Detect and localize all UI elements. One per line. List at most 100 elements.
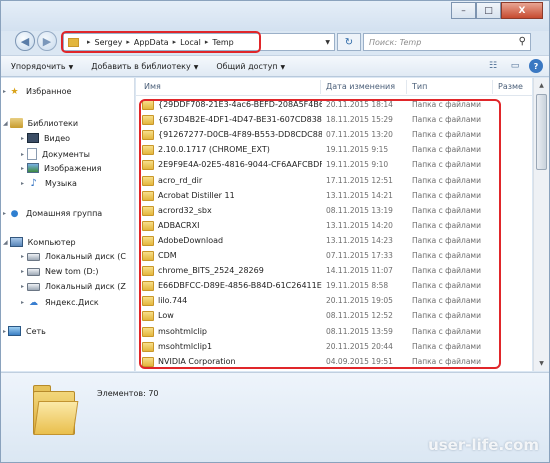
sidebar-item-video[interactable]: ▸ Видео <box>21 133 70 143</box>
share-button[interactable]: Общий доступ ▼ <box>216 62 285 71</box>
sidebar-item-drive-c[interactable]: ▸ Локальный диск (C <box>21 252 126 261</box>
large-folder-icon <box>33 385 79 435</box>
watermark-text: user-life.com <box>428 436 539 454</box>
back-button[interactable]: ◀ <box>15 31 35 51</box>
refresh-icon: ↻ <box>344 36 354 48</box>
sidebar-item-label: Музыка <box>45 179 77 188</box>
forward-arrow-icon: ▶ <box>42 34 52 48</box>
column-header-date[interactable]: Дата изменения <box>326 82 395 91</box>
column-header-row: Имя Дата изменения Тип Разме <box>136 78 532 96</box>
toolbar-right: ☷ ▭ ? <box>479 59 543 73</box>
search-input[interactable]: Поиск: Temp ⚲ <box>363 33 531 51</box>
sidebar-item-label: New tom (D:) <box>45 267 99 276</box>
computer-icon <box>9 237 23 247</box>
scroll-down-icon[interactable]: ▼ <box>534 356 549 371</box>
expander-icon[interactable]: ▸ <box>21 165 24 172</box>
expander-icon[interactable]: ▸ <box>21 283 24 290</box>
video-icon <box>27 133 40 143</box>
sidebar-item-label: Видео <box>44 133 71 143</box>
homegroup-icon: ● <box>10 208 19 219</box>
expander-icon[interactable]: ▸ <box>3 88 6 95</box>
expander-icon[interactable]: ▸ <box>21 299 24 306</box>
refresh-button[interactable]: ↻ <box>337 33 361 51</box>
sidebar-item-images[interactable]: ▸ Изображения <box>21 163 101 173</box>
music-icon: ♪ <box>30 178 37 189</box>
add-library-button[interactable]: Добавить в библиотеку ▼ <box>91 62 198 71</box>
sidebar-item-label: Локальный диск (Z <box>45 282 126 291</box>
explorer-window: – □ X ◀ ▶ ▸ Sergey ▸ AppData ▸ Local ▸ T… <box>0 0 550 463</box>
search-icon[interactable]: ⚲ <box>519 36 526 47</box>
add-library-label: Добавить в библиотеку <box>91 61 191 71</box>
forward-button[interactable]: ▶ <box>37 31 57 51</box>
column-divider[interactable] <box>492 80 493 94</box>
sidebar-item-label: Компьютер <box>27 237 76 247</box>
scroll-up-icon[interactable]: ▲ <box>534 78 549 93</box>
drive-icon <box>27 267 41 276</box>
sidebar-item-label: Локальный диск (C <box>45 252 126 261</box>
help-icon[interactable]: ? <box>529 59 543 73</box>
organize-button[interactable]: Упорядочить ▼ <box>11 62 73 71</box>
dropdown-arrow-icon: ▼ <box>193 63 199 71</box>
maximize-button[interactable]: □ <box>476 2 501 19</box>
sidebar-item-libraries[interactable]: ◢ Библиотеки <box>3 118 78 128</box>
item-count: Элементов: 70 <box>97 389 159 398</box>
window-controls: – □ X <box>451 2 543 19</box>
details-pane: Элементов: 70 user-life.com <box>1 372 549 462</box>
drive-icon <box>27 282 41 291</box>
sidebar-item-documents[interactable]: ▸ Документы <box>21 148 90 160</box>
search-placeholder: Поиск: Temp <box>369 37 422 47</box>
file-list-highlight-box <box>139 99 501 369</box>
share-label: Общий доступ <box>216 61 278 71</box>
sidebar-item-yandex[interactable]: ▸ ☁ Яндекс.Диск <box>21 297 99 308</box>
expander-icon[interactable]: ▸ <box>21 135 24 142</box>
expander-icon[interactable]: ▸ <box>21 180 24 187</box>
close-button[interactable]: X <box>501 2 543 19</box>
drive-icon <box>27 252 41 261</box>
column-divider[interactable] <box>406 80 407 94</box>
dropdown-arrow-icon: ▼ <box>68 63 74 71</box>
sidebar-item-label: Избранное <box>26 87 72 96</box>
sidebar-item-network[interactable]: ▸ Сеть <box>3 326 46 336</box>
expander-icon[interactable]: ▸ <box>3 210 6 217</box>
document-icon <box>27 148 38 160</box>
scrollbar-thumb[interactable] <box>536 94 547 170</box>
sidebar-item-music[interactable]: ▸ ♪ Музыка <box>21 178 77 189</box>
column-header-name[interactable]: Имя <box>144 82 161 91</box>
sidebar-item-label: Домашняя группа <box>26 209 103 218</box>
organize-label: Упорядочить <box>11 61 66 71</box>
expander-icon[interactable]: ◢ <box>3 239 8 246</box>
expander-icon[interactable]: ▸ <box>21 151 24 158</box>
sidebar-item-drive-z[interactable]: ▸ Локальный диск (Z <box>21 282 126 291</box>
sidebar-item-label: Изображения <box>44 163 102 173</box>
star-icon: ★ <box>10 86 19 97</box>
view-options-icon[interactable]: ☷ <box>485 59 501 73</box>
column-divider[interactable] <box>320 80 321 94</box>
sidebar-item-homegroup[interactable]: ▸ ● Домашняя группа <box>3 208 102 219</box>
network-icon <box>8 326 22 336</box>
navigation-row: ◀ ▶ ▸ Sergey ▸ AppData ▸ Local ▸ Temp ▼ … <box>1 31 549 55</box>
sidebar-item-label: Документы <box>42 149 90 159</box>
sidebar-item-favorites[interactable]: ▸ ★ Избранное <box>3 86 71 97</box>
expander-icon[interactable]: ◢ <box>3 120 8 127</box>
expander-icon[interactable]: ▸ <box>3 328 6 335</box>
sidebar-item-drive-d[interactable]: ▸ New tom (D:) <box>21 267 98 276</box>
address-highlight-box <box>61 31 261 53</box>
sidebar-item-label: Сеть <box>26 326 46 336</box>
vertical-scrollbar[interactable]: ▲ ▼ <box>533 78 549 371</box>
column-header-size[interactable]: Разме <box>498 82 523 91</box>
expander-icon[interactable]: ▸ <box>21 268 24 275</box>
address-dropdown-icon[interactable]: ▼ <box>325 39 330 46</box>
navigation-pane: ▸ ★ Избранное ◢ Библиотеки ▸ Видео ▸ Док… <box>1 78 135 371</box>
expander-icon[interactable]: ▸ <box>21 253 24 260</box>
preview-pane-icon[interactable]: ▭ <box>507 59 523 73</box>
sidebar-item-label: Яндекс.Диск <box>45 298 99 307</box>
column-header-type[interactable]: Тип <box>412 82 427 91</box>
minimize-button[interactable]: – <box>451 2 476 19</box>
dropdown-arrow-icon: ▼ <box>280 63 286 71</box>
title-bar: – □ X <box>1 1 549 31</box>
sidebar-item-computer[interactable]: ◢ Компьютер <box>3 237 76 247</box>
sidebar-item-label: Библиотеки <box>27 118 79 128</box>
cloud-icon: ☁ <box>29 297 39 308</box>
library-icon <box>9 118 23 128</box>
back-arrow-icon: ◀ <box>20 34 30 48</box>
